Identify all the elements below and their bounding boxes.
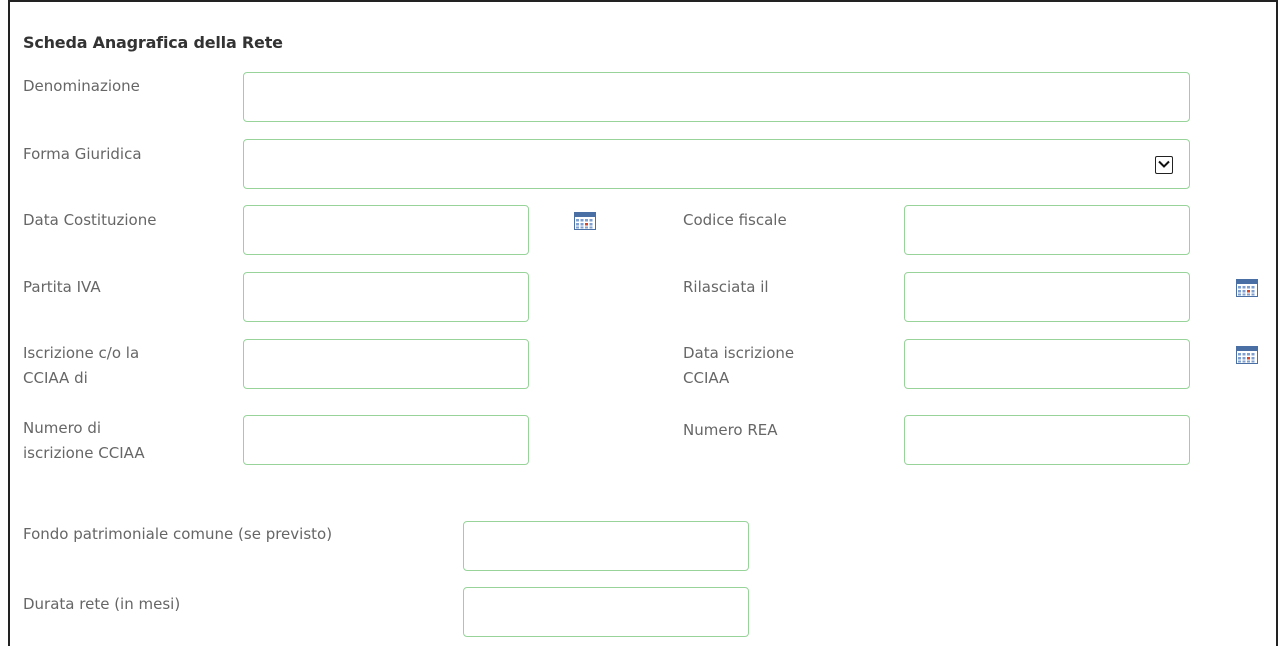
- partita-iva-label: Partita IVA: [23, 278, 101, 296]
- numero-iscrizione-cciaa-field[interactable]: [243, 415, 529, 465]
- numero-rea-field[interactable]: [904, 415, 1190, 465]
- iscrizione-cciaa-label-line2: CCIAA di: [23, 369, 88, 387]
- calendar-icon[interactable]: [1236, 346, 1258, 364]
- data-costituzione-field[interactable]: [243, 205, 529, 255]
- iscrizione-cciaa-field[interactable]: [243, 339, 529, 389]
- data-iscrizione-cciaa-label-line2: CCIAA: [683, 369, 730, 387]
- codice-fiscale-input[interactable]: [905, 206, 1189, 254]
- numero-iscrizione-cciaa-label: Numero di iscrizione CCIAA: [23, 417, 145, 464]
- fondo-patrimoniale-field[interactable]: [463, 521, 749, 571]
- calendar-icon[interactable]: [1236, 279, 1258, 297]
- denominazione-field[interactable]: [243, 72, 1190, 122]
- rilasciata-il-field[interactable]: [904, 272, 1190, 322]
- numero-rea-input[interactable]: [905, 416, 1189, 464]
- calendar-icon[interactable]: [574, 212, 596, 230]
- rilasciata-il-label: Rilasciata il: [683, 278, 769, 296]
- numero-iscrizione-cciaa-label-line1: Numero di: [23, 419, 102, 437]
- durata-rete-label: Durata rete (in mesi): [23, 595, 181, 613]
- numero-rea-label: Numero REA: [683, 421, 778, 439]
- data-iscrizione-cciaa-field[interactable]: [904, 339, 1190, 389]
- partita-iva-input[interactable]: [244, 273, 528, 321]
- chevron-down-icon[interactable]: [1155, 156, 1173, 174]
- rilasciata-il-input[interactable]: [905, 273, 1189, 321]
- iscrizione-cciaa-label: Iscrizione c/o la CCIAA di: [23, 342, 139, 389]
- denominazione-label: Denominazione: [23, 77, 140, 95]
- codice-fiscale-label: Codice fiscale: [683, 211, 787, 229]
- numero-iscrizione-cciaa-label-line2: iscrizione CCIAA: [23, 444, 145, 462]
- fondo-patrimoniale-input[interactable]: [464, 522, 748, 570]
- durata-rete-input[interactable]: [464, 588, 748, 636]
- form-panel: Scheda Anagrafica della Rete Denominazio…: [8, 0, 1278, 646]
- iscrizione-cciaa-label-line1: Iscrizione c/o la: [23, 344, 140, 362]
- data-costituzione-input[interactable]: [244, 206, 528, 254]
- forma-giuridica-label: Forma Giuridica: [23, 145, 142, 163]
- durata-rete-field[interactable]: [463, 587, 749, 637]
- codice-fiscale-field[interactable]: [904, 205, 1190, 255]
- denominazione-input[interactable]: [244, 73, 1189, 121]
- fondo-patrimoniale-label: Fondo patrimoniale comune (se previsto): [23, 525, 333, 543]
- forma-giuridica-select[interactable]: [243, 139, 1190, 189]
- data-iscrizione-cciaa-input[interactable]: [905, 340, 1189, 388]
- partita-iva-field[interactable]: [243, 272, 529, 322]
- data-iscrizione-cciaa-label-line1: Data iscrizione: [683, 344, 795, 362]
- iscrizione-cciaa-input[interactable]: [244, 340, 528, 388]
- data-iscrizione-cciaa-label: Data iscrizione CCIAA: [683, 342, 794, 389]
- numero-iscrizione-cciaa-input[interactable]: [244, 416, 528, 464]
- data-costituzione-label: Data Costituzione: [23, 211, 157, 229]
- section-title: Scheda Anagrafica della Rete: [23, 33, 283, 52]
